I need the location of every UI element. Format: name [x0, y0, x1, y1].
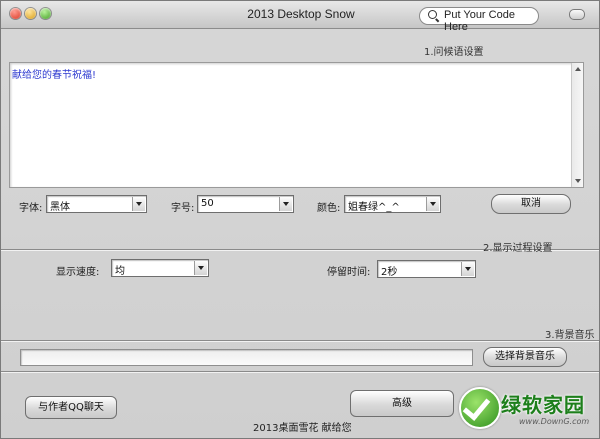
chat-with-author-button[interactable]: 与作者QQ聊天: [25, 396, 117, 419]
greeting-text: 献给您的春节祝福!: [12, 70, 97, 81]
watermark-brand: 绿软家园: [501, 393, 585, 417]
greeting-textarea[interactable]: 献给您的春节祝福!: [9, 62, 584, 188]
section-2-label: 2.显示过程设置: [483, 243, 553, 254]
scroll-down-icon[interactable]: [575, 179, 581, 183]
footer-text: 2013桌面雪花 献给您: [253, 423, 352, 434]
toolbar-toggle-button[interactable]: [569, 9, 585, 20]
music-path-field[interactable]: [20, 349, 473, 366]
chevron-down-icon[interactable]: [426, 197, 439, 211]
app-window: 2013 Desktop Snow Put Your Code Here 1.问…: [0, 0, 600, 439]
section-divider: [1, 371, 599, 373]
section-divider: [1, 340, 599, 342]
code-search-field[interactable]: Put Your Code Here: [419, 7, 539, 33]
chevron-down-icon[interactable]: [461, 262, 474, 276]
section-3-label: 3.背景音乐: [545, 330, 595, 341]
scroll-up-icon[interactable]: [575, 67, 581, 71]
font-select[interactable]: 黑体: [46, 195, 147, 213]
title-bar: 2013 Desktop Snow Put Your Code Here: [1, 1, 599, 33]
section-1-label: 1.问候语设置: [424, 47, 484, 58]
stay-time-select-value: 2秒: [381, 267, 398, 278]
watermark-logo: 绿软家园 www.DownG.com: [457, 385, 597, 437]
size-select[interactable]: 50: [197, 195, 294, 213]
speed-label: 显示速度:: [56, 267, 100, 278]
greeting-scrollbar[interactable]: [571, 63, 583, 187]
code-search-label: Put Your Code Here: [444, 9, 515, 33]
cancel-button[interactable]: 取消: [491, 194, 571, 214]
stay-time-label: 停留时间:: [327, 267, 371, 278]
watermark-url: www.DownG.com: [519, 417, 590, 426]
advanced-button[interactable]: 高级: [350, 390, 454, 417]
search-icon: [428, 10, 437, 19]
speed-select-value: 均: [115, 266, 125, 277]
size-label: 字号:: [171, 203, 195, 214]
chevron-down-icon[interactable]: [132, 197, 145, 211]
font-select-value: 黑体: [50, 202, 70, 213]
chevron-down-icon[interactable]: [279, 197, 292, 211]
stay-time-select[interactable]: 2秒: [377, 260, 476, 278]
color-select-value: 姐春绿^_^: [348, 202, 400, 213]
size-select-value: 50: [201, 198, 214, 209]
font-label: 字体:: [19, 203, 43, 214]
chevron-down-icon[interactable]: [194, 261, 207, 275]
speed-select[interactable]: 均: [111, 259, 209, 277]
choose-music-button[interactable]: 选择背景音乐: [483, 347, 567, 367]
color-select[interactable]: 姐春绿^_^: [344, 195, 441, 213]
color-label: 颜色:: [317, 203, 341, 214]
